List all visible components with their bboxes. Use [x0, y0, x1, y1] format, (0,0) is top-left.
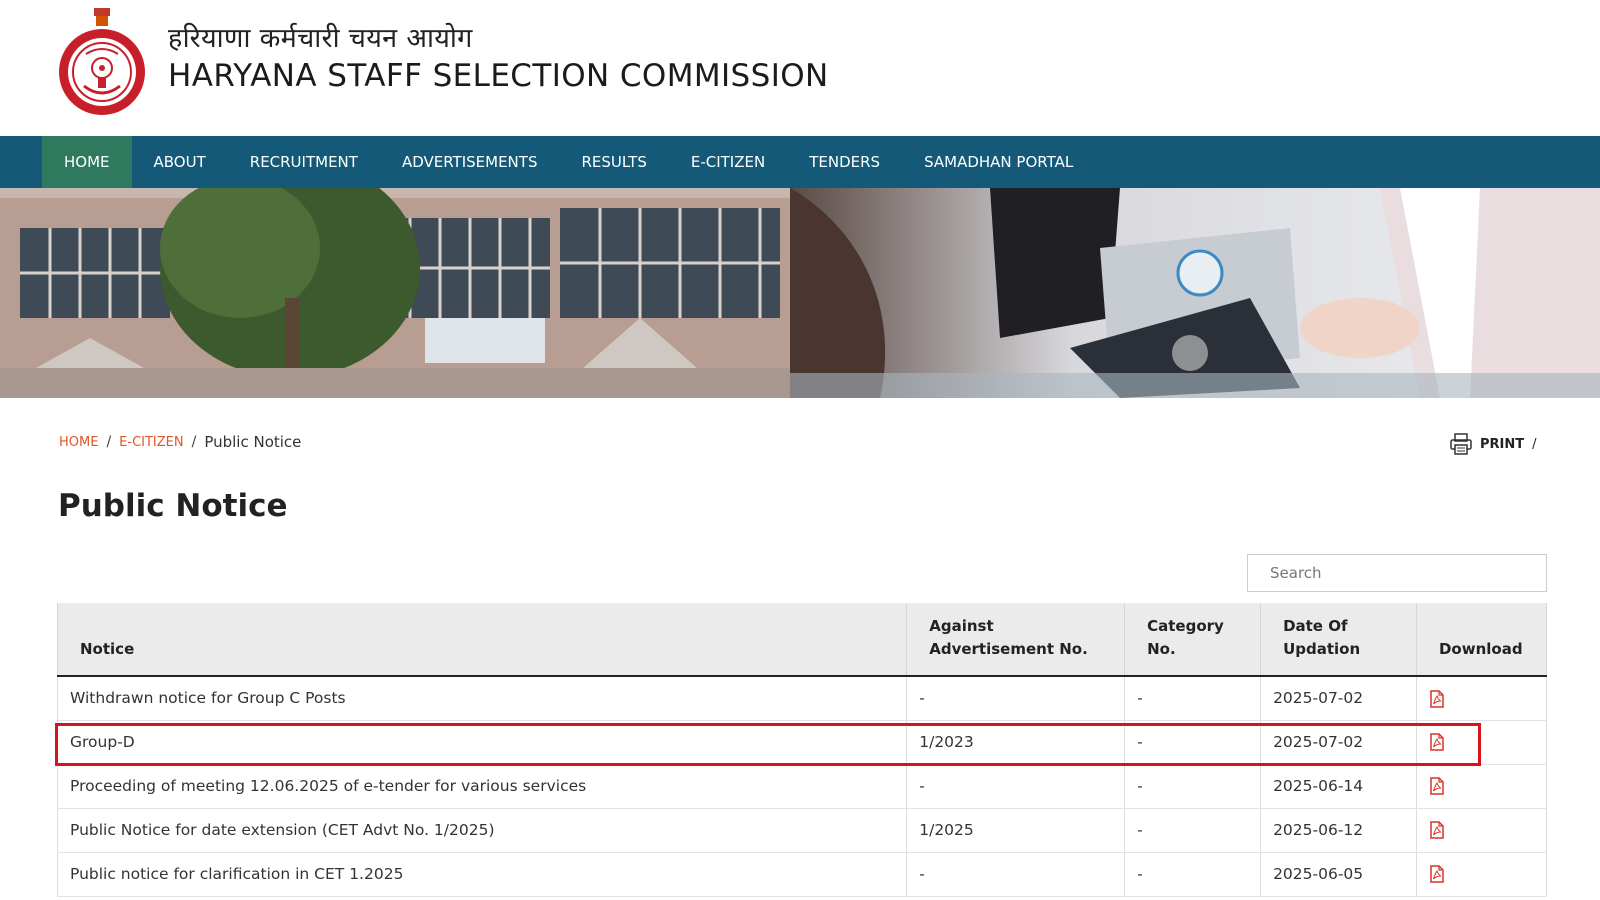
printer-icon [1450, 433, 1472, 455]
table-row: Withdrawn notice for Group C Posts - - 2… [56, 676, 1548, 721]
print-separator: / [1532, 436, 1537, 452]
download-cell [1416, 764, 1548, 809]
print-label: PRINT [1480, 436, 1525, 452]
print-button[interactable]: PRINT / [1450, 433, 1537, 455]
page-title: Public Notice [58, 488, 288, 524]
notice-cell: Public notice for clarification in CET 1… [56, 852, 908, 897]
notice-cell: Public Notice for date extension (CET Ad… [56, 808, 908, 853]
advertisement-no-cell: 1/2025 [906, 808, 1126, 853]
category-no-cell: - [1124, 764, 1262, 809]
site-title-hindi: हरियाणा कर्मचारी चयन आयोग [168, 23, 473, 54]
haryana-emblem-icon[interactable] [56, 6, 148, 120]
date-cell: 2025-07-02 [1260, 676, 1417, 721]
nav-home[interactable]: HOME [42, 136, 132, 188]
pdf-file-icon[interactable] [1429, 689, 1445, 708]
pdf-file-icon[interactable] [1429, 821, 1445, 839]
download-cell [1416, 808, 1548, 853]
table-row: Public Notice for date extension (CET Ad… [56, 808, 1548, 853]
advertisement-no-cell: - [906, 764, 1126, 809]
breadcrumb-separator: / [191, 434, 197, 450]
header-date-of-updation[interactable]: Date Of Updation [1260, 603, 1417, 677]
pdf-file-icon[interactable] [1429, 777, 1445, 795]
advertisement-no-cell: 1/2023 [906, 720, 1126, 765]
pdf-file-icon[interactable] [1429, 733, 1445, 751]
breadcrumb-e-citizen-link[interactable]: E-CITIZEN [119, 435, 183, 450]
header-category-no[interactable]: Category No. [1124, 603, 1262, 677]
breadcrumb-home-link[interactable]: HOME [59, 435, 98, 450]
header-notice[interactable]: Notice [56, 603, 908, 677]
table-row: Group-D 1/2023 - 2025-07-02 [56, 720, 1548, 765]
nav-tenders[interactable]: TENDERS [787, 136, 902, 188]
nav-samadhan-portal[interactable]: SAMADHAN PORTAL [902, 136, 1095, 188]
category-no-cell: - [1124, 852, 1262, 897]
category-no-cell: - [1124, 808, 1262, 853]
table-header-row: Notice Against Advertisement No. Category… [56, 603, 1548, 677]
breadcrumb: HOME / E-CITIZEN / Public Notice [59, 433, 301, 451]
date-cell: 2025-06-12 [1260, 808, 1417, 853]
header-download: Download [1416, 603, 1548, 677]
date-cell: 2025-07-02 [1260, 720, 1417, 765]
main-navigation: HOME ABOUT RECRUITMENT ADVERTISEMENTS RE… [0, 136, 1600, 188]
breadcrumb-current: Public Notice [204, 433, 302, 451]
nav-e-citizen[interactable]: E-CITIZEN [669, 136, 787, 188]
download-cell [1416, 676, 1548, 721]
category-no-cell: - [1124, 720, 1262, 765]
search-input[interactable] [1247, 554, 1547, 592]
table-row: Public notice for clarification in CET 1… [56, 852, 1548, 897]
nav-advertisements[interactable]: ADVERTISEMENTS [380, 136, 560, 188]
table-row: Proceeding of meeting 12.06.2025 of e-te… [56, 764, 1548, 809]
nav-recruitment[interactable]: RECRUITMENT [228, 136, 380, 188]
download-cell [1416, 720, 1548, 765]
notice-cell: Withdrawn notice for Group C Posts [56, 676, 908, 721]
advertisement-no-cell: - [906, 852, 1126, 897]
public-notice-table: Notice Against Advertisement No. Category… [56, 603, 1548, 897]
category-no-cell: - [1124, 676, 1262, 721]
notice-cell: Group-D [56, 720, 908, 765]
date-cell: 2025-06-14 [1260, 764, 1417, 809]
date-cell: 2025-06-05 [1260, 852, 1417, 897]
notice-cell: Proceeding of meeting 12.06.2025 of e-te… [56, 764, 908, 809]
nav-results[interactable]: RESULTS [559, 136, 668, 188]
header-advertisement-no[interactable]: Against Advertisement No. [906, 603, 1126, 677]
header-banner-image [0, 188, 1600, 398]
download-cell [1416, 852, 1548, 897]
breadcrumb-separator: / [106, 434, 112, 450]
site-title-english: HARYANA STAFF SELECTION COMMISSION [168, 58, 829, 94]
advertisement-no-cell: - [906, 676, 1126, 721]
nav-about[interactable]: ABOUT [132, 136, 228, 188]
site-header: हरियाणा कर्मचारी चयन आयोग HARYANA STAFF … [0, 0, 1600, 136]
pdf-file-icon[interactable] [1429, 865, 1445, 883]
